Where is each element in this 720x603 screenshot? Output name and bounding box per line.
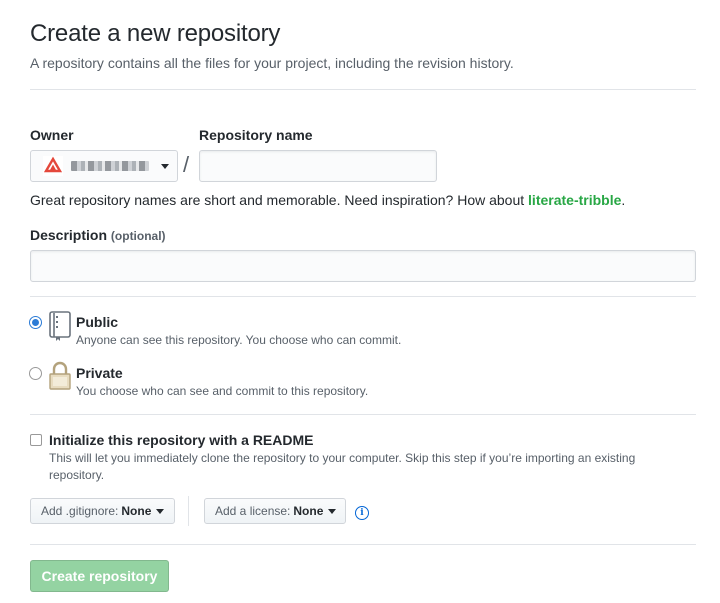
divider (30, 544, 696, 545)
public-title: Public (76, 314, 119, 330)
description-label-text: Description (30, 227, 108, 243)
description-label: Description (optional) (30, 227, 166, 243)
license-dropdown[interactable]: Add a license: None (204, 498, 346, 524)
private-radio[interactable] (29, 367, 42, 380)
public-note: Anyone can see this repository. You choo… (76, 333, 402, 347)
private-title: Private (76, 365, 123, 381)
license-value: None (293, 504, 324, 518)
info-icon[interactable]: i (355, 506, 369, 520)
chevron-down-icon (156, 508, 165, 514)
repo-book-icon (49, 311, 71, 341)
gitignore-label: Add .gitignore: (41, 504, 119, 518)
readme-note: This will let you immediately clone the … (49, 451, 636, 482)
chevron-down-icon (328, 508, 337, 514)
vertical-divider (188, 496, 189, 526)
divider (30, 414, 696, 415)
private-note: You choose who can see and commit to thi… (76, 384, 369, 398)
new-repository-page: Create a new repository A repository con… (0, 0, 720, 603)
owner-label: Owner (30, 127, 74, 143)
chevron-down-icon (161, 163, 169, 169)
license-label: Add a license: (215, 504, 291, 518)
owner-repo-separator: / (183, 152, 190, 177)
gitignore-value: None (121, 504, 152, 518)
suggested-name-link[interactable]: literate-tribble (528, 192, 621, 208)
gitignore-dropdown[interactable]: Add .gitignore: None (30, 498, 175, 524)
repo-name-input[interactable] (199, 150, 437, 182)
readme-checkbox[interactable] (30, 434, 42, 446)
divider (30, 89, 696, 90)
hint-text: Great repository names are short and mem… (30, 192, 529, 208)
org-avatar-icon (43, 156, 63, 176)
page-title: Create a new repository (30, 20, 281, 47)
readme-label[interactable]: Initialize this repository with a README (49, 432, 313, 448)
divider (30, 296, 696, 297)
description-input[interactable] (30, 250, 696, 282)
create-repository-button[interactable]: Create repository (30, 560, 169, 592)
page-subtitle: A repository contains all the files for … (30, 55, 514, 71)
optional-note: (optional) (110, 229, 166, 243)
owner-select[interactable] (30, 150, 178, 182)
name-suggestion-hint: Great repository names are short and mem… (30, 192, 625, 208)
owner-name-redacted (71, 161, 149, 171)
repo-name-label: Repository name (199, 127, 313, 143)
lock-icon (49, 361, 71, 390)
hint-end: . (621, 192, 626, 208)
public-radio[interactable] (29, 316, 42, 329)
